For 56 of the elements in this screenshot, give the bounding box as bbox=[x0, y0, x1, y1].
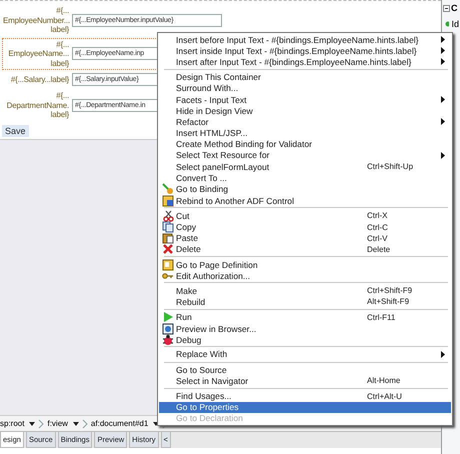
menu-item[interactable]: Rebind to Another ADF Control bbox=[159, 194, 451, 206]
breadcrumb-item[interactable]: af:document#d1 bbox=[90, 419, 148, 428]
menu-item[interactable]: Edit Authorization... bbox=[159, 270, 451, 281]
clipboard-icon bbox=[162, 232, 174, 244]
shortcut-text: Ctrl-F11 bbox=[367, 312, 396, 322]
shortcut-text: Ctrl-V bbox=[367, 234, 388, 243]
menu-item[interactable]: Select panelFormLayout Ctrl+Shift-Up bbox=[159, 161, 451, 172]
play-icon bbox=[162, 311, 174, 324]
menu-item[interactable]: Refactor bbox=[159, 116, 451, 128]
menu-item[interactable]: Create Method Binding for Validator bbox=[159, 138, 451, 150]
panel-header: C bbox=[451, 3, 458, 13]
delete-icon bbox=[162, 243, 174, 256]
document-icon bbox=[162, 258, 174, 271]
browser-icon bbox=[162, 322, 174, 334]
menu-item[interactable]: Copy Ctrl-C bbox=[159, 221, 451, 232]
menu-item[interactable]: Find Usages... Ctrl+Alt-U bbox=[159, 390, 451, 402]
shortcut-text: Alt+Shift-F9 bbox=[367, 297, 410, 306]
dropdown-icon[interactable] bbox=[70, 418, 89, 428]
menu-item[interactable]: Convert To ... bbox=[159, 172, 451, 184]
dropdown-icon[interactable] bbox=[27, 418, 46, 428]
menu-item[interactable]: Go to Properties bbox=[159, 402, 451, 413]
menu-item[interactable]: Replace With bbox=[159, 348, 451, 360]
field-label: #{... EmployeeName... label} bbox=[7, 40, 69, 68]
field-label: #{... DepartmentName. label} bbox=[6, 91, 69, 120]
menu-item[interactable]: Go to Page Definition bbox=[159, 258, 451, 270]
shortcut-text: Ctrl-C bbox=[367, 222, 389, 232]
tree-item[interactable]: Id bbox=[451, 19, 459, 29]
shortcut-text: Ctrl-X bbox=[367, 211, 388, 220]
shortcut-text: Ctrl+Shift-F9 bbox=[367, 286, 414, 296]
menu-item[interactable]: Select Text Resource for bbox=[159, 150, 451, 162]
document-icon bbox=[162, 194, 174, 207]
menu-item[interactable]: Delete Delete bbox=[159, 243, 451, 255]
menu-item[interactable]: Go to Source bbox=[159, 364, 451, 376]
bug-icon bbox=[162, 334, 174, 346]
menu-item[interactable]: Preview in Browser... bbox=[159, 322, 451, 334]
menu-item[interactable]: Debug bbox=[159, 334, 451, 345]
menu-item[interactable]: Cut Ctrl-X bbox=[159, 210, 451, 221]
copy-icon bbox=[162, 221, 174, 233]
shortcut-text: Alt-Home bbox=[367, 376, 402, 386]
menu-item[interactable]: Select in Navigator Alt-Home bbox=[159, 375, 451, 386]
menu-item[interactable]: Make Ctrl+Shift-F9 bbox=[159, 284, 451, 296]
menu-item[interactable]: Insert HTML/JSP... bbox=[159, 128, 451, 139]
collapse-icon[interactable] bbox=[443, 4, 450, 12]
menu-item[interactable]: Paste Ctrl-V bbox=[159, 232, 451, 244]
field-label: #{...Salary...label} bbox=[10, 74, 69, 84]
menu-item[interactable]: Rebuild Alt+Shift-F9 bbox=[159, 296, 451, 308]
breadcrumb-item[interactable]: sp:root bbox=[0, 419, 24, 428]
field-label: #{... EmployeeNumber... label} bbox=[3, 6, 69, 34]
shortcut-text: Delete bbox=[367, 244, 392, 254]
menu-item[interactable]: Run Ctrl-F11 bbox=[159, 311, 451, 322]
scissors-icon bbox=[162, 210, 174, 222]
shortcut-text: Ctrl+Alt-U bbox=[367, 392, 403, 401]
shortcut-text: Ctrl+Shift-Up bbox=[367, 162, 414, 172]
save-button[interactable]: Save bbox=[2, 124, 29, 136]
breadcrumb-item[interactable]: f:view bbox=[47, 419, 68, 428]
menu-item[interactable]: Go to Binding bbox=[159, 183, 451, 195]
